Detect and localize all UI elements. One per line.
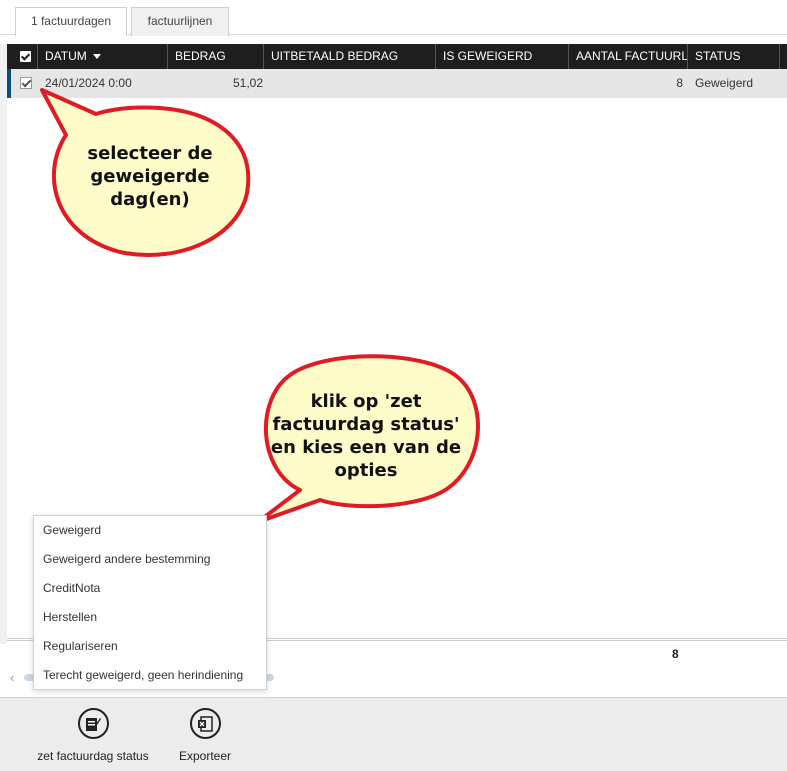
cell-datum: 24/01/2024 0:00: [45, 76, 132, 90]
menu-item-creditnota[interactable]: CreditNota: [34, 574, 266, 603]
sort-descending-icon: [92, 54, 101, 60]
select-all-checkbox-icon[interactable]: [20, 51, 31, 62]
menu-item-regulariseren[interactable]: Regulariseren: [34, 632, 266, 661]
cell-bedrag: 51,02: [232, 76, 263, 90]
export-button[interactable]: Exporteer: [170, 708, 240, 763]
table-row[interactable]: 24/01/2024 0:00 51,02 8 Geweigerd: [7, 69, 787, 98]
set-status-button[interactable]: zet factuurdag status: [28, 708, 158, 763]
cell-uitbetaald-bedrag: [267, 69, 437, 98]
grid-left-gutter: [0, 44, 7, 644]
cell-aantal-factuurlijnen: 8: [676, 76, 683, 90]
tab-factuurlijnen[interactable]: factuurlijnen: [131, 7, 229, 36]
cell-status: Geweigerd: [695, 76, 754, 90]
row-checkbox[interactable]: [20, 77, 32, 89]
column-header-label: DATUM: [45, 49, 87, 63]
select-all-cell[interactable]: [7, 44, 38, 69]
column-header-aantal-factuurlijnen[interactable]: AANTAL FACTUURL: [569, 44, 688, 69]
excel-icon: [189, 708, 221, 739]
status-menu: Geweigerd Geweigerd andere bestemming Cr…: [33, 515, 267, 690]
column-header-status[interactable]: STATUS: [688, 44, 780, 69]
edit-document-icon: [77, 708, 109, 739]
set-status-label: zet factuurdag status: [37, 749, 149, 763]
cell-is-geweigerd: [439, 69, 569, 98]
bottom-toolbar: zet factuurdag status Exporteer: [0, 697, 787, 771]
menu-item-herstellen[interactable]: Herstellen: [34, 603, 266, 632]
tab-bar: 1 factuurdagen factuurlijnen: [0, 0, 787, 36]
menu-item-geweigerd-andere-bestemming[interactable]: Geweigerd andere bestemming: [34, 545, 266, 574]
menu-item-terecht-geweigerd[interactable]: Terecht geweigerd, geen herindiening: [34, 661, 266, 690]
callout-text-select: selecteer de geweigerde dag(en): [87, 143, 213, 210]
callout-text-status: klik op 'zet factuurdag status' en kies …: [270, 391, 462, 481]
column-header-datum[interactable]: DATUM: [38, 44, 168, 69]
menu-item-geweigerd[interactable]: Geweigerd: [34, 516, 266, 545]
scroll-left-icon[interactable]: ‹: [10, 670, 14, 685]
column-header-is-geweigerd[interactable]: IS GEWEIGERD: [436, 44, 569, 69]
column-header-bedrag[interactable]: BEDRAG: [168, 44, 264, 69]
export-label: Exporteer: [178, 749, 232, 763]
grid-header: DATUM BEDRAG UITBETAALD BEDRAG IS GEWEIG…: [7, 44, 787, 69]
column-header-uitbetaald-bedrag[interactable]: UITBETAALD BEDRAG: [264, 44, 436, 69]
tab-factuurdagen[interactable]: 1 factuurdagen: [15, 7, 127, 36]
footer-total-aantal: 8: [672, 647, 679, 661]
